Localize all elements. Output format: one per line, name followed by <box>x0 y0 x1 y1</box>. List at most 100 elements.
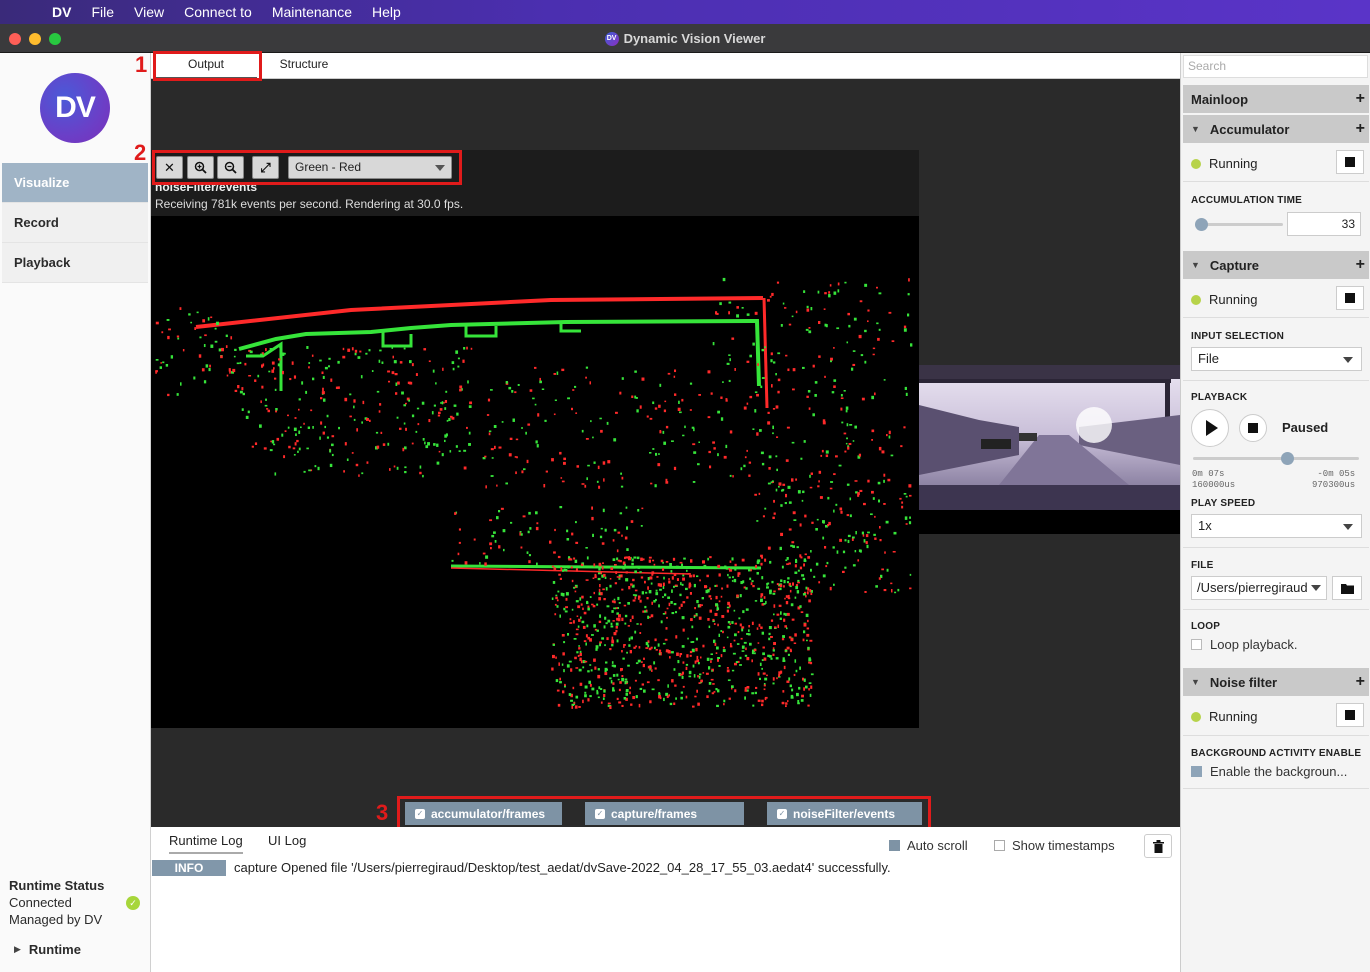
tab-output[interactable]: Output <box>155 53 257 79</box>
accumulation-time-slider[interactable] <box>1195 223 1283 226</box>
plus-icon[interactable]: + <box>1356 90 1365 108</box>
event-pixel <box>468 405 472 408</box>
event-pixel <box>637 565 641 569</box>
event-pixel <box>658 604 660 608</box>
event-pixel <box>671 679 674 683</box>
event-pixel <box>312 426 314 429</box>
event-pixel <box>760 451 764 455</box>
event-pixel <box>775 657 779 660</box>
sidebar-item-playback[interactable]: Playback <box>2 243 148 283</box>
event-pixel <box>469 401 473 405</box>
section-accumulator[interactable]: ▼ Accumulator + <box>1183 115 1369 143</box>
event-pixel <box>662 613 666 615</box>
event-pixel <box>697 463 700 466</box>
event-pixel <box>376 445 380 449</box>
plus-icon[interactable]: + <box>1356 120 1365 138</box>
show-timestamps-checkbox[interactable]: Show timestamps <box>994 838 1115 853</box>
zoom-out-icon[interactable] <box>217 156 244 179</box>
search-input[interactable]: Search <box>1183 55 1368 78</box>
tab-ui-log[interactable]: UI Log <box>268 833 306 848</box>
event-pixel <box>837 289 840 293</box>
event-pixel <box>654 638 657 642</box>
folder-icon[interactable] <box>1332 576 1362 600</box>
event-pixel <box>578 668 582 672</box>
event-pixel <box>274 472 277 476</box>
event-pixel <box>263 447 267 450</box>
loop-playback-checkbox[interactable]: Loop playback. <box>1191 637 1297 652</box>
stream-toggle-accumulator[interactable]: ✓ accumulator/frames <box>405 802 562 825</box>
menu-maintenance[interactable]: Maintenance <box>262 0 362 24</box>
accumulation-time-input[interactable]: 33 <box>1287 212 1361 236</box>
event-pixel <box>576 465 580 468</box>
event-pixel <box>463 347 466 350</box>
stream-toggle-capture[interactable]: ✓ capture/frames <box>585 802 744 825</box>
plus-icon[interactable]: + <box>1356 673 1365 691</box>
event-pixel <box>762 652 765 656</box>
playback-stop-button[interactable] <box>1239 414 1267 442</box>
menu-dv[interactable]: DV <box>42 0 81 24</box>
menu-file[interactable]: File <box>81 0 124 24</box>
event-pixel <box>716 584 718 587</box>
event-pixel <box>689 409 692 411</box>
event-pixel <box>708 450 711 454</box>
event-pixel <box>462 359 465 363</box>
capture-stop-button[interactable] <box>1336 286 1364 310</box>
close-icon[interactable]: ✕ <box>156 156 183 179</box>
event-pixel <box>177 337 180 340</box>
event-pixel <box>722 649 726 653</box>
event-pixel <box>269 348 273 350</box>
event-pixel <box>734 622 738 625</box>
event-pixel <box>201 368 205 372</box>
input-selection-select[interactable]: File <box>1191 347 1362 371</box>
menu-view[interactable]: View <box>124 0 174 24</box>
event-pixel <box>829 487 833 490</box>
event-pixel <box>496 516 499 520</box>
slider-knob[interactable] <box>1195 218 1208 231</box>
event-pixel <box>162 361 165 364</box>
chevron-down-icon[interactable] <box>1311 585 1321 591</box>
fullscreen-icon[interactable]: ⤢ <box>252 156 279 179</box>
section-noise-filter[interactable]: ▼ Noise filter + <box>1183 668 1369 696</box>
event-pixel <box>818 480 820 483</box>
section-capture[interactable]: ▼ Capture + <box>1183 251 1369 279</box>
sidebar-item-record[interactable]: Record <box>2 203 148 243</box>
event-pixel <box>584 691 587 694</box>
tab-runtime-log[interactable]: Runtime Log <box>169 833 243 854</box>
event-pixel <box>647 615 650 619</box>
event-pixel <box>623 604 627 607</box>
menu-help[interactable]: Help <box>362 0 411 24</box>
event-pixel <box>535 440 538 444</box>
event-pixel <box>807 619 809 623</box>
window-titlebar: DV Dynamic Vision Viewer <box>0 24 1370 53</box>
playback-slider[interactable] <box>1193 457 1359 460</box>
event-pixel <box>159 366 163 369</box>
play-button[interactable] <box>1191 409 1229 447</box>
event-pixel <box>353 405 355 409</box>
file-path-input[interactable]: /Users/pierregiraud <box>1191 576 1327 600</box>
stream-toggle-noisefilter[interactable]: ✓ noiseFilter/events <box>767 802 922 825</box>
event-pixel <box>359 350 362 353</box>
event-pixel <box>822 421 826 425</box>
event-pixel <box>273 443 276 446</box>
event-pixel <box>241 408 244 411</box>
section-mainloop[interactable]: Mainloop + <box>1183 85 1369 113</box>
menu-connect-to[interactable]: Connect to <box>174 0 262 24</box>
play-speed-select[interactable]: 1x <box>1191 514 1362 538</box>
event-pixel <box>598 597 601 601</box>
event-pixel <box>767 582 770 585</box>
event-pixel <box>768 637 771 641</box>
accumulator-stop-button[interactable] <box>1336 150 1364 174</box>
zoom-in-icon[interactable] <box>187 156 214 179</box>
event-pixel <box>697 675 699 678</box>
background-activity-checkbox[interactable]: Enable the backgroun... <box>1191 764 1347 779</box>
tab-structure[interactable]: Structure <box>263 53 345 79</box>
color-mode-select[interactable]: Green - Red <box>288 156 452 179</box>
sidebar-item-visualize[interactable]: Visualize <box>2 163 148 203</box>
trash-icon[interactable] <box>1144 834 1172 858</box>
noise-filter-stop-button[interactable] <box>1336 703 1364 727</box>
slider-knob[interactable] <box>1281 452 1294 465</box>
event-pixel <box>422 438 425 441</box>
runtime-expander[interactable]: ▶ Runtime <box>14 942 81 957</box>
plus-icon[interactable]: + <box>1356 256 1365 274</box>
auto-scroll-checkbox[interactable]: Auto scroll <box>889 838 968 853</box>
